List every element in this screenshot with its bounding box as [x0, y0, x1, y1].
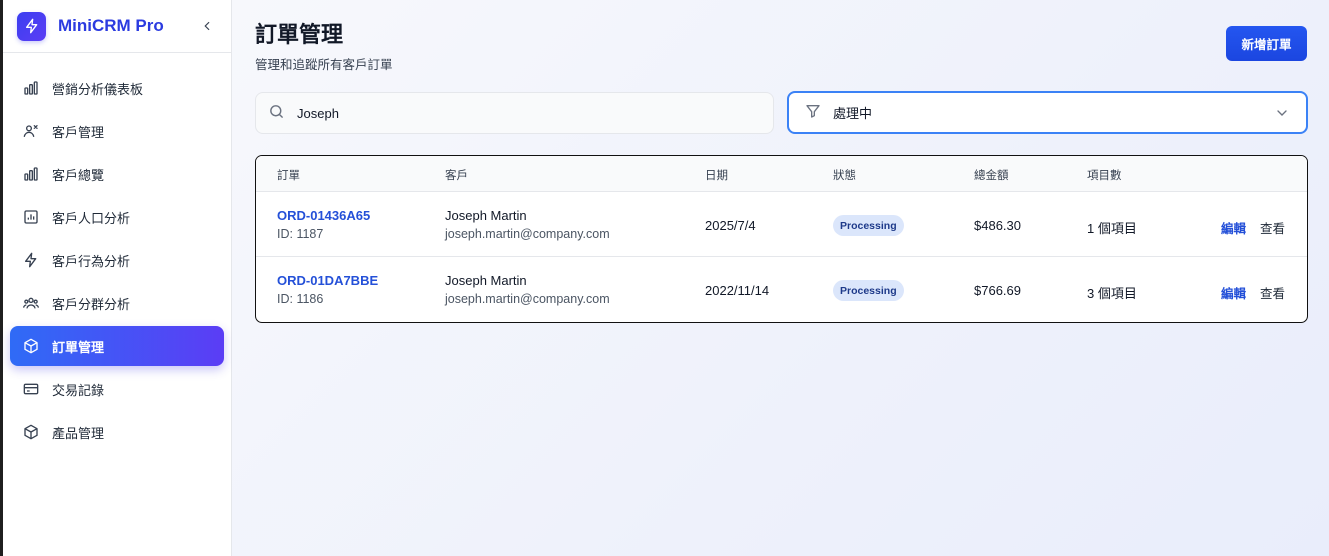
app-name: MiniCRM Pro — [58, 16, 164, 35]
column-header-date: 日期 — [705, 168, 728, 182]
page-title: 訂單管理 — [255, 23, 344, 48]
chart-square-icon — [22, 208, 40, 226]
table-row: ORD-01DA7BBE ID: 1186 Joseph Martin jose… — [256, 257, 1307, 322]
sidebar-item-orders[interactable]: 訂單管理 — [10, 326, 224, 366]
bar-chart-icon — [22, 165, 40, 183]
bar-chart-icon — [22, 79, 40, 97]
customer-email: joseph.martin@company.com — [445, 292, 610, 306]
order-id: ID: 1187 — [277, 227, 324, 241]
new-order-button[interactable]: 新增訂單 — [1226, 26, 1307, 61]
filter-icon — [805, 103, 821, 123]
status-badge: Processing — [833, 280, 904, 301]
sidebar-item-label: 客戶總覽 — [52, 168, 105, 184]
brand-header: MiniCRM Pro — [3, 0, 231, 53]
order-id: ID: 1186 — [277, 292, 324, 306]
order-total: $486.30 — [974, 218, 1021, 233]
sidebar-item-transactions[interactable]: 交易記錄 — [10, 369, 224, 409]
sidebar-item-label: 客戶行為分析 — [52, 254, 131, 270]
sidebar-item-products[interactable]: 產品管理 — [10, 412, 224, 452]
customer-name: Joseph Martin — [445, 273, 527, 288]
customer-email: joseph.martin@company.com — [445, 227, 610, 241]
main-content: 訂單管理 管理和追蹤所有客戶訂單 新增訂單 處理中 訂單 客戶 日期 狀態 總金… — [232, 0, 1329, 556]
order-item-count: 1 個項目 — [1087, 221, 1137, 236]
table-header: 訂單 客戶 日期 狀態 總金額 項目數 — [256, 156, 1307, 192]
sidebar-item-label: 產品管理 — [52, 426, 105, 442]
order-number-link[interactable]: ORD-01DA7BBE — [277, 273, 378, 288]
order-total: $766.69 — [974, 283, 1021, 298]
status-badge: Processing — [833, 215, 904, 236]
collapse-sidebar-button[interactable] — [195, 14, 219, 38]
chevron-left-icon — [204, 21, 210, 31]
search-input[interactable] — [297, 105, 747, 121]
sidebar-item-marketing-dashboard[interactable]: 營銷分析儀表板 — [10, 68, 224, 108]
user-group-icon — [22, 294, 40, 312]
search-icon — [268, 103, 285, 124]
orders-table: 訂單 客戶 日期 狀態 總金額 項目數 ORD-01436A65 ID: 118… — [255, 155, 1308, 323]
sidebar-item-demographics[interactable]: 客戶人口分析 — [10, 197, 224, 237]
column-header-customer: 客戶 — [445, 168, 468, 182]
chevron-down-icon — [1274, 105, 1290, 125]
sidebar-item-label: 訂單管理 — [52, 340, 105, 356]
table-row: ORD-01436A65 ID: 1187 Joseph Martin jose… — [256, 192, 1307, 257]
lightning-logo-icon — [17, 11, 46, 41]
order-date: 2022/11/14 — [705, 283, 770, 298]
column-header-status: 狀態 — [833, 168, 856, 182]
column-header-items: 項目數 — [1087, 168, 1122, 182]
sidebar-item-label: 交易記錄 — [52, 383, 105, 399]
sidebar-item-label: 客戶人口分析 — [52, 211, 131, 227]
column-header-total: 總金額 — [974, 168, 1009, 182]
status-filter-select[interactable]: 處理中 — [787, 91, 1308, 134]
sidebar-item-behavior[interactable]: 客戶行為分析 — [10, 240, 224, 280]
sidebar: MiniCRM Pro 營銷分析儀表板 客戶管理 客戶總覽 客戶人口分析 客戶行… — [3, 0, 232, 556]
sidebar-item-customer-management[interactable]: 客戶管理 — [10, 111, 224, 151]
edit-order-button[interactable]: 編輯 — [1221, 283, 1246, 302]
order-item-count: 3 個項目 — [1087, 286, 1137, 301]
search-field[interactable] — [255, 92, 774, 134]
sidebar-item-label: 客戶管理 — [52, 125, 105, 141]
order-date: 2025/7/4 — [705, 218, 756, 233]
column-header-order: 訂單 — [277, 168, 300, 182]
customer-name: Joseph Martin — [445, 208, 527, 223]
sidebar-item-customer-overview[interactable]: 客戶總覽 — [10, 154, 224, 194]
sidebar-item-segmentation[interactable]: 客戶分群分析 — [10, 283, 224, 323]
view-order-button[interactable]: 查看 — [1260, 218, 1285, 237]
order-number-link[interactable]: ORD-01436A65 — [277, 208, 370, 223]
credit-card-icon — [22, 380, 40, 398]
box-icon — [22, 337, 40, 355]
view-order-button[interactable]: 查看 — [1260, 283, 1285, 302]
sidebar-nav: 營銷分析儀表板 客戶管理 客戶總覽 客戶人口分析 客戶行為分析 客戶分群分析 訂… — [3, 53, 231, 452]
page-subtitle: 管理和追蹤所有客戶訂單 — [255, 57, 393, 72]
sidebar-item-label: 客戶分群分析 — [52, 297, 131, 313]
users-icon — [22, 122, 40, 140]
edit-order-button[interactable]: 編輯 — [1221, 218, 1246, 237]
box-icon — [22, 423, 40, 441]
lightning-icon — [22, 251, 40, 269]
filter-selected-value: 處理中 — [833, 107, 873, 122]
sidebar-item-label: 營銷分析儀表板 — [52, 82, 144, 98]
